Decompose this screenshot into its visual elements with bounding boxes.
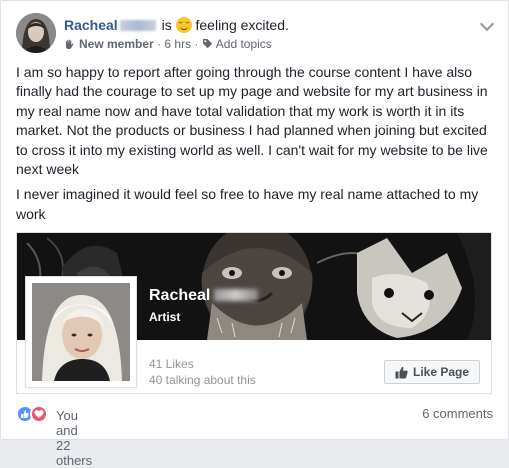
- add-topics-link[interactable]: Add topics: [216, 37, 272, 51]
- chevron-down-icon[interactable]: [479, 16, 495, 32]
- author-avatar[interactable]: [16, 13, 56, 53]
- feeling-text: feeling excited.: [195, 17, 289, 33]
- tag-icon: [202, 39, 212, 49]
- page-name-text: Racheal: [149, 287, 211, 304]
- heart-icon: [30, 405, 48, 423]
- post-paragraph: I am so happy to report after going thro…: [16, 64, 488, 178]
- post-footer: You and 22 others 6 comments: [16, 403, 493, 468]
- page-talking-count: 40 talking about this: [149, 373, 256, 387]
- activity-verb: is: [161, 17, 172, 33]
- header-text: Racheal is feeling excited. New member ·…: [64, 16, 476, 52]
- page-preview[interactable]: Racheal Artist 41 Likes 40 talking about…: [16, 232, 492, 394]
- like-page-label: Like Page: [412, 365, 470, 379]
- post-time[interactable]: 6 hrs: [164, 37, 191, 51]
- meta-separator: ·: [194, 37, 202, 51]
- page-likes-count: 41 Likes: [149, 357, 194, 371]
- reactions-text[interactable]: You and 22 others: [56, 408, 92, 468]
- blurred-surname: [119, 20, 156, 31]
- page-profile-picture[interactable]: [25, 276, 137, 388]
- thumbs-up-icon: [395, 366, 408, 378]
- post-card: Racheal is feeling excited. New member ·…: [0, 0, 509, 468]
- post-title-line: Racheal is feeling excited.: [64, 16, 476, 34]
- page-name[interactable]: Racheal: [149, 287, 259, 305]
- like-page-button[interactable]: Like Page: [384, 360, 480, 384]
- profile-photo: [32, 283, 130, 381]
- comments-count[interactable]: 6 comments: [422, 406, 493, 421]
- post-body: I am so happy to report after going thro…: [16, 63, 498, 230]
- page-stats: 41 Likes 40 talking about this: [149, 356, 256, 388]
- wave-hand-icon: [66, 39, 74, 49]
- post-paragraph: I never imagined it would feel so free t…: [16, 186, 479, 222]
- new-member-badge[interactable]: New member: [79, 37, 154, 51]
- author-name[interactable]: Racheal: [64, 17, 118, 33]
- post-header: Racheal is feeling excited. New member ·…: [16, 13, 496, 57]
- post-meta: New member · 6 hrs · Add topics: [64, 36, 476, 52]
- blurred-surname: [214, 289, 259, 301]
- smiling-face-icon: [175, 17, 192, 33]
- page-category: Artist: [149, 310, 181, 324]
